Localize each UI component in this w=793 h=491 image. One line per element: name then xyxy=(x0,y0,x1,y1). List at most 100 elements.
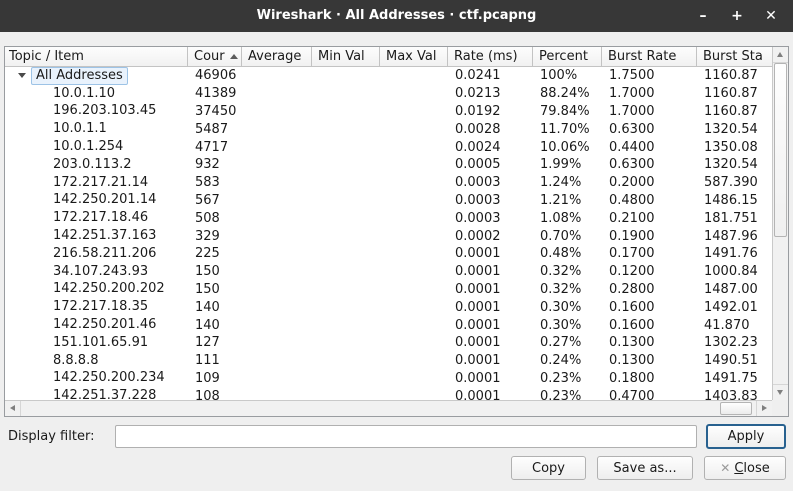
table-row[interactable]: 142.250.201.145670.00031.21%0.48001486.1… xyxy=(5,192,772,210)
table-header: Topic / Item Cour Average Min Val Max Va… xyxy=(5,47,772,67)
scroll-right-icon[interactable] xyxy=(756,401,772,416)
table-row[interactable]: 172.217.18.465080.00031.08%0.2100181.751 xyxy=(5,209,772,227)
table-row[interactable]: 10.0.1.10413890.021388.24%1.70001160.87 xyxy=(5,85,772,103)
burst-rate-cell: 1.7500 xyxy=(602,68,697,83)
count-cell: 567 xyxy=(188,193,242,208)
topic-item-cell: 142.250.200.202 xyxy=(5,281,188,297)
table-row[interactable]: 151.101.65.911270.00010.27%0.13001302.23 xyxy=(5,334,772,352)
close-icon[interactable]: ✕ xyxy=(761,6,781,26)
address-label: 216.58.211.206 xyxy=(49,246,160,262)
table-row[interactable]: 196.203.103.45374500.019279.84%1.7000116… xyxy=(5,103,772,121)
column-header-burst-start[interactable]: Burst Sta xyxy=(697,47,772,67)
titlebar[interactable]: Wireshark · All Addresses · ctf.pcapng –… xyxy=(0,0,793,32)
percent-cell: 0.30% xyxy=(533,318,602,333)
address-label: 10.0.1.10 xyxy=(49,86,119,102)
sort-ascending-icon xyxy=(230,54,238,59)
table-row[interactable]: 10.0.1.25447170.002410.06%0.44001350.08 xyxy=(5,138,772,156)
table-row[interactable]: 8.8.8.81110.00010.24%0.13001490.51 xyxy=(5,352,772,370)
address-label: 142.251.37.163 xyxy=(49,228,160,244)
scroll-down-icon[interactable] xyxy=(773,384,788,400)
rate-cell: 0.0001 xyxy=(448,353,533,368)
rate-cell: 0.0001 xyxy=(448,318,533,333)
table-row[interactable]: 216.58.211.2062250.00010.48%0.17001491.7… xyxy=(5,245,772,263)
copy-button[interactable]: Copy xyxy=(511,456,586,480)
burst-start-cell: 1487.96 xyxy=(697,229,772,244)
column-label: Min Val xyxy=(318,49,365,64)
burst-rate-cell: 0.4700 xyxy=(602,389,697,400)
topic-item-cell: 142.250.200.234 xyxy=(5,370,188,386)
table-row[interactable]: 172.217.18.351400.00010.30%0.16001492.01 xyxy=(5,298,772,316)
scroll-up-icon[interactable] xyxy=(773,47,788,63)
percent-cell: 11.70% xyxy=(533,122,602,137)
vertical-scrollbar[interactable] xyxy=(772,47,788,400)
burst-start-cell: 1403.83 xyxy=(697,389,772,400)
percent-cell: 0.23% xyxy=(533,371,602,386)
percent-cell: 1.21% xyxy=(533,193,602,208)
count-cell: 4717 xyxy=(188,140,242,155)
window-title: Wireshark · All Addresses · ctf.pcapng xyxy=(0,0,793,32)
rate-cell: 0.0213 xyxy=(448,86,533,101)
table-row[interactable]: 142.250.201.461400.00010.30%0.160041.870 xyxy=(5,316,772,334)
column-header-percent[interactable]: Percent xyxy=(533,47,602,67)
column-header-max-val[interactable]: Max Val xyxy=(380,47,448,67)
burst-start-cell: 1492.01 xyxy=(697,300,772,315)
burst-start-cell: 1160.87 xyxy=(697,86,772,101)
column-header-average[interactable]: Average xyxy=(242,47,312,67)
count-cell: 140 xyxy=(188,300,242,315)
rate-cell: 0.0003 xyxy=(448,193,533,208)
burst-rate-cell: 1.7000 xyxy=(602,104,697,119)
topic-item-cell: 196.203.103.45 xyxy=(5,103,188,119)
rate-cell: 0.0024 xyxy=(448,140,533,155)
burst-start-cell: 1320.54 xyxy=(697,157,772,172)
rate-cell: 0.0192 xyxy=(448,104,533,119)
column-label: Percent xyxy=(539,49,588,64)
scroll-left-icon[interactable] xyxy=(5,401,21,416)
table-row[interactable]: 142.250.200.2021500.00010.32%0.28001487.… xyxy=(5,281,772,299)
table-row[interactable]: 10.0.1.154870.002811.70%0.63001320.54 xyxy=(5,120,772,138)
address-label: 172.217.21.14 xyxy=(49,175,152,191)
vertical-scrollbar-thumb[interactable] xyxy=(774,63,787,237)
burst-start-cell: 1000.84 xyxy=(697,264,772,279)
footer-bar: Copy Save as... ✕ Close xyxy=(0,456,793,480)
burst-start-cell: 1491.75 xyxy=(697,371,772,386)
column-header-topic-item[interactable]: Topic / Item xyxy=(5,47,188,67)
topic-item-cell: 216.58.211.206 xyxy=(5,246,188,262)
percent-cell: 0.70% xyxy=(533,229,602,244)
horizontal-scrollbar[interactable] xyxy=(5,400,772,416)
address-label: 142.250.201.46 xyxy=(49,317,160,333)
percent-cell: 79.84% xyxy=(533,104,602,119)
rate-cell: 0.0001 xyxy=(448,282,533,297)
column-header-rate-ms[interactable]: Rate (ms) xyxy=(448,47,533,67)
table-row[interactable]: 142.251.37.1633290.00020.70%0.19001487.9… xyxy=(5,227,772,245)
minimize-icon[interactable]: – xyxy=(693,6,713,26)
close-button[interactable]: ✕ Close xyxy=(704,456,786,480)
table-row[interactable]: 203.0.113.29320.00051.99%0.63001320.54 xyxy=(5,156,772,174)
maximize-icon[interactable]: + xyxy=(727,6,747,26)
horizontal-scrollbar-thumb[interactable] xyxy=(720,402,752,415)
table-row[interactable]: All Addresses469060.0241100%1.75001160.8… xyxy=(5,67,772,85)
percent-cell: 10.06% xyxy=(533,140,602,155)
table-row[interactable]: 34.107.243.931500.00010.32%0.12001000.84 xyxy=(5,263,772,281)
topic-item-cell: 151.101.65.91 xyxy=(5,335,188,351)
address-label: 151.101.65.91 xyxy=(49,335,152,351)
topic-item-cell: 142.251.37.228 xyxy=(5,388,188,400)
column-header-min-val[interactable]: Min Val xyxy=(312,47,380,67)
collapse-triangle-icon[interactable] xyxy=(5,73,31,78)
burst-rate-cell: 0.1300 xyxy=(602,335,697,350)
close-x-icon: ✕ xyxy=(720,461,730,475)
display-filter-input[interactable] xyxy=(115,425,697,448)
column-header-burst-rate[interactable]: Burst Rate xyxy=(602,47,697,67)
percent-cell: 1.08% xyxy=(533,211,602,226)
apply-button[interactable]: Apply xyxy=(706,424,786,449)
count-cell: 111 xyxy=(188,353,242,368)
count-cell: 109 xyxy=(188,371,242,386)
column-header-count[interactable]: Cour xyxy=(188,47,242,67)
table-row[interactable]: 142.250.200.2341090.00010.23%0.18001491.… xyxy=(5,370,772,388)
rate-cell: 0.0001 xyxy=(448,389,533,400)
table-row[interactable]: 172.217.21.145830.00031.24%0.2000587.390 xyxy=(5,174,772,192)
column-label: Average xyxy=(248,49,301,64)
save-as-button[interactable]: Save as... xyxy=(597,456,693,480)
topic-item-cell: 172.217.18.35 xyxy=(5,299,188,315)
count-cell: 150 xyxy=(188,264,242,279)
table-row[interactable]: 142.251.37.2281080.00010.23%0.47001403.8… xyxy=(5,387,772,400)
